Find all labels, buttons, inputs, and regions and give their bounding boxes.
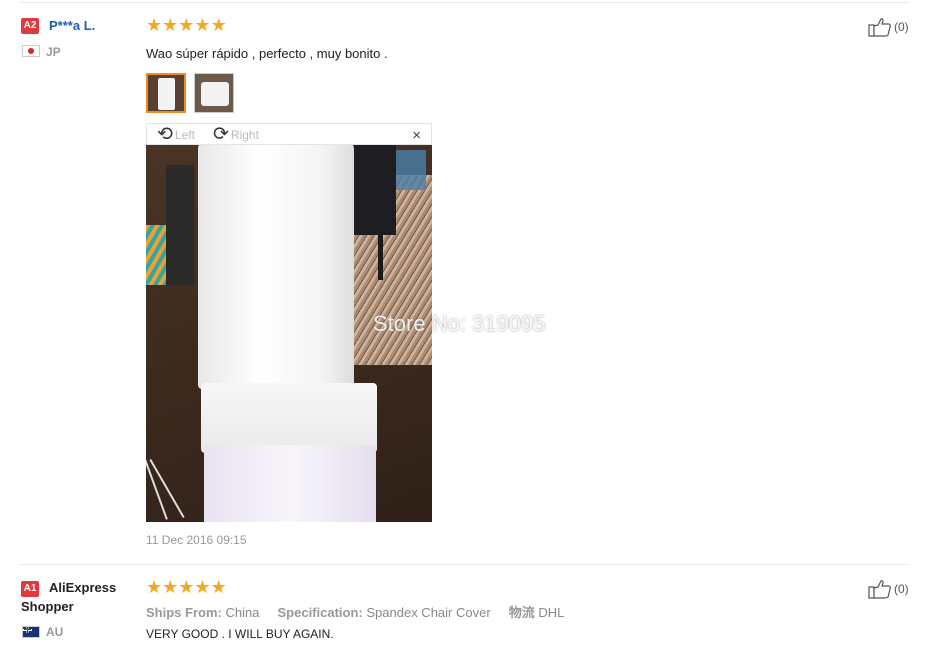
ships-from-value: China xyxy=(225,605,260,620)
specification-value: Spandex Chair Cover xyxy=(366,605,491,620)
rotate-right-label: Right xyxy=(230,128,259,142)
buyer-level-badge: A2 xyxy=(21,18,39,34)
logistics-label: 物流 xyxy=(508,605,535,620)
store-watermark: Store No: 319095 xyxy=(373,311,546,336)
japan-flag-icon xyxy=(22,45,40,57)
ships-from-label: Ships From: xyxy=(146,605,222,620)
star-icon: ★ xyxy=(194,15,211,35)
top-divider xyxy=(20,2,909,3)
review-date: 11 Dec 2016 09:15 xyxy=(146,533,247,547)
star-rating: ★ ★ ★ ★ ★ xyxy=(146,578,227,596)
australia-flag-icon xyxy=(22,626,40,638)
review-text: VERY GOOD . I WILL BUY AGAIN. xyxy=(146,627,334,641)
rotate-left-button[interactable]: ⟲ Left xyxy=(157,124,195,145)
star-icon: ★ xyxy=(162,15,179,35)
specification-label: Specification: xyxy=(277,605,363,620)
star-icon: ★ xyxy=(210,577,227,597)
reviewer-name[interactable]: P***a L. xyxy=(49,18,95,33)
helpful-button[interactable]: (0) xyxy=(868,17,909,37)
viewer-toolbar: ⟲ Left ⟳ Right × xyxy=(146,123,432,145)
review-photo-thumbnail[interactable] xyxy=(194,73,234,113)
rotate-left-label: Left xyxy=(174,128,195,142)
star-icon: ★ xyxy=(178,577,195,597)
star-icon: ★ xyxy=(146,577,163,597)
review-text: Wao súper rápido , perfecto , muy bonito… xyxy=(146,46,388,61)
helpful-count: (0) xyxy=(894,582,909,596)
star-icon: ★ xyxy=(146,15,163,35)
star-icon: ★ xyxy=(178,15,195,35)
star-icon: ★ xyxy=(162,577,179,597)
star-rating: ★ ★ ★ ★ ★ xyxy=(146,16,227,34)
rotate-left-icon: ⟲ xyxy=(157,124,173,145)
close-icon[interactable]: × xyxy=(412,127,421,144)
review-divider xyxy=(20,564,909,565)
thumbs-up-icon xyxy=(868,18,891,37)
logistics-value: DHL xyxy=(538,605,565,620)
helpful-count: (0) xyxy=(894,20,909,34)
reviewer-country: AU xyxy=(46,625,64,639)
order-info: Ships From: China Specification: Spandex… xyxy=(146,602,564,621)
helpful-button[interactable]: (0) xyxy=(868,579,909,599)
star-icon: ★ xyxy=(194,577,211,597)
rotate-right-icon: ⟳ xyxy=(213,124,229,145)
reviewer-name: AliExpress Shopper xyxy=(21,580,117,614)
rotate-right-button[interactable]: ⟳ Right xyxy=(213,124,259,145)
star-icon: ★ xyxy=(210,15,227,35)
reviewer-country: JP xyxy=(46,45,61,59)
thumbs-up-icon xyxy=(868,580,891,599)
review-photo-thumbnail[interactable] xyxy=(146,73,186,113)
